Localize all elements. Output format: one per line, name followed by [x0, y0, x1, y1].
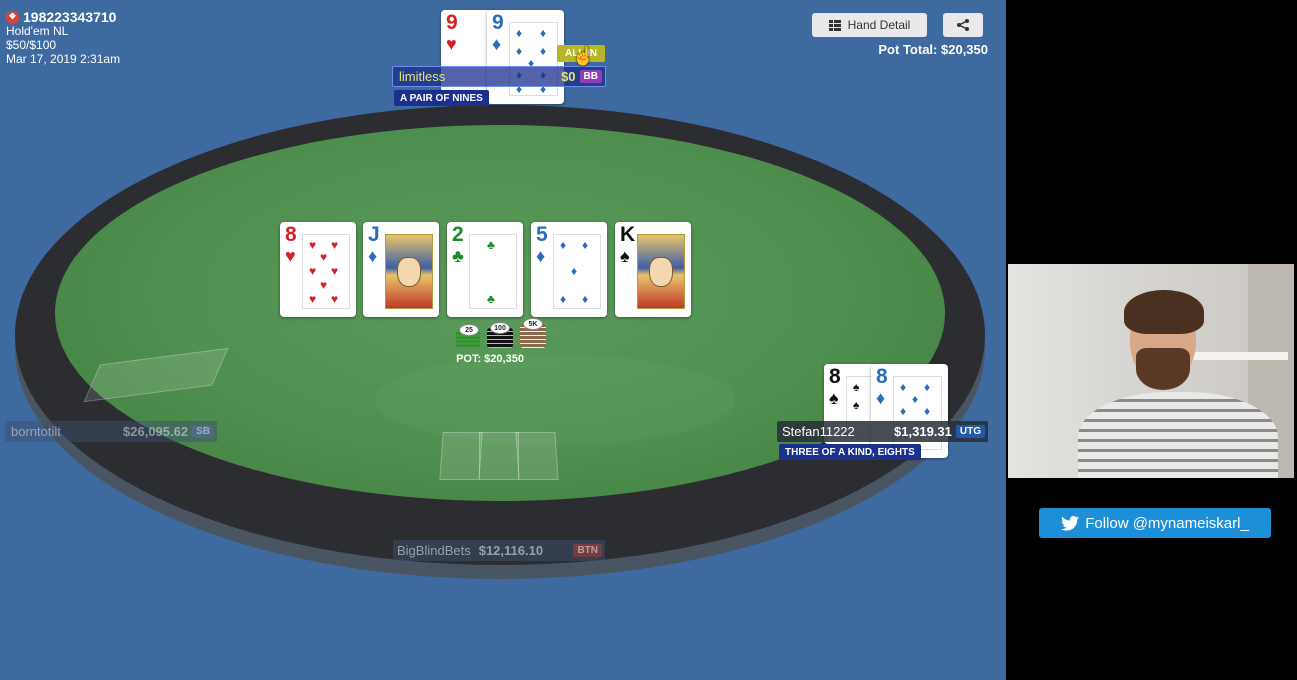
- webcam-feed: [1008, 264, 1294, 478]
- hand-id-row: 198223343710: [6, 10, 120, 24]
- chip-stack-5k: 5K: [520, 318, 546, 350]
- player-box-bigblindbets[interactable]: BigBlindBets $12,116.10 BTN: [393, 540, 605, 561]
- chip-value: 25: [459, 324, 479, 336]
- streamer-hair: [1124, 290, 1204, 334]
- hand-date: Mar 17, 2019 2:31am: [6, 52, 121, 66]
- board-card-4: 5 ♦ ♦ ♦ ♦ ♦ ♦: [531, 222, 607, 317]
- card-suit: ♦: [536, 246, 546, 266]
- player-stack: $0: [561, 69, 576, 84]
- position-badge: BTN: [573, 544, 602, 557]
- chip-stack-100: 100: [487, 322, 513, 354]
- hand-detail-button[interactable]: Hand Detail: [812, 13, 927, 37]
- card-suit: ♦: [492, 34, 502, 54]
- card-rank: 5: [536, 223, 548, 246]
- share-button[interactable]: [943, 13, 983, 37]
- player-name: limitless: [399, 69, 446, 84]
- stage: 198223343710 Hold'em NL $50/$100 Mar 17,…: [0, 0, 1297, 680]
- streamer-beard: [1136, 348, 1190, 390]
- player-box-stefan11222[interactable]: Stefan11222 $1,319.31 UTG: [777, 421, 988, 442]
- card-suit: ♠: [829, 388, 839, 408]
- jack-court-art: [385, 234, 433, 309]
- board-card-3: 2 ♣ ♣ ♣: [447, 222, 523, 317]
- player-name: BigBlindBets: [397, 543, 471, 558]
- twitter-bird-icon: [1061, 515, 1080, 531]
- card-suit: ♥: [285, 246, 296, 266]
- card-rank: 9: [492, 11, 504, 34]
- position-badge: BB: [579, 70, 602, 83]
- list-icon: [828, 19, 841, 31]
- card-suit: ♣: [452, 246, 464, 266]
- player-name: borntotilt: [11, 424, 61, 439]
- pot-amount: POT: $20,350: [456, 353, 524, 365]
- card-rank: 8: [876, 365, 888, 388]
- pot-total-value: $20,350: [941, 42, 988, 57]
- card-rank: 8: [829, 365, 841, 388]
- board-card-2: J ♦: [363, 222, 439, 317]
- pot-total-label: Pot Total:: [878, 42, 938, 57]
- hand-detail-label: Hand Detail: [847, 18, 911, 32]
- chip-value: 100: [490, 322, 510, 334]
- board-card-1: 8 ♥ ♥ ♥ ♥ ♥ ♥ ♥ ♥ ♥: [280, 222, 356, 317]
- top-player-card-2: 9 ♦ ♦♦ ♦♦ ♦ ♦♦ ♦♦: [487, 10, 564, 104]
- streamer-body: [1078, 392, 1278, 478]
- position-badge: UTG: [955, 425, 985, 438]
- player-stack: $1,319.31: [894, 424, 952, 439]
- card-rank: J: [368, 223, 380, 246]
- hand-info: 198223343710 Hold'em NL $50/$100 Mar 17,…: [6, 10, 120, 66]
- background-shelf: [1188, 352, 1288, 360]
- stakes: $50/$100: [6, 38, 57, 52]
- card-suit: ♦: [368, 246, 378, 266]
- king-court-art: [637, 234, 685, 309]
- card-suit: ♦: [876, 388, 886, 408]
- hand-result-badge: A PAIR OF NINES: [394, 90, 489, 106]
- card-suit: ♠: [620, 246, 630, 266]
- poker-table-view: 198223343710 Hold'em NL $50/$100 Mar 17,…: [0, 0, 1006, 680]
- card-face: ♥ ♥ ♥ ♥ ♥ ♥ ♥ ♥: [302, 234, 350, 309]
- follow-label: Follow @mynameiskarl_: [1085, 514, 1249, 532]
- card-rank: 2: [452, 223, 464, 246]
- share-icon: [957, 19, 969, 31]
- card-rank: 8: [285, 223, 297, 246]
- card-rank: 9: [446, 11, 458, 34]
- hand-cursor-icon: ☝: [572, 46, 595, 66]
- board-card-5: K ♠: [615, 222, 691, 317]
- card-face: ♣ ♣: [469, 234, 517, 309]
- card-face: ♦ ♦ ♦ ♦ ♦: [553, 234, 601, 309]
- position-badge: SB: [192, 425, 214, 438]
- pot-total: Pot Total: $20,350: [840, 42, 988, 57]
- player-box-limitless[interactable]: limitless $0 BB: [392, 66, 606, 87]
- hand-result-badge: THREE OF A KIND, EIGHTS: [779, 444, 921, 460]
- player-stack: $26,095.62: [123, 424, 189, 439]
- empty-seat-card-3: [515, 432, 559, 480]
- empty-seat-card-2: [479, 432, 519, 480]
- card-rank: K: [620, 223, 636, 246]
- twitter-follow-button[interactable]: Follow @mynameiskarl_: [1039, 508, 1271, 538]
- hand-id: 198223343710: [23, 9, 117, 25]
- player-box-borntotilt[interactable]: borntotilt $26,095.62 SB: [5, 421, 217, 442]
- player-stack: $12,116.10: [478, 543, 544, 558]
- card-suit: ♥: [446, 34, 457, 54]
- player-name: Stefan11222: [782, 424, 855, 439]
- chip-value: 5K: [523, 318, 543, 330]
- empty-seat-card-1: [439, 432, 483, 480]
- pokerstars-logo-icon: [6, 10, 19, 24]
- game-type: Hold'em NL: [6, 24, 69, 38]
